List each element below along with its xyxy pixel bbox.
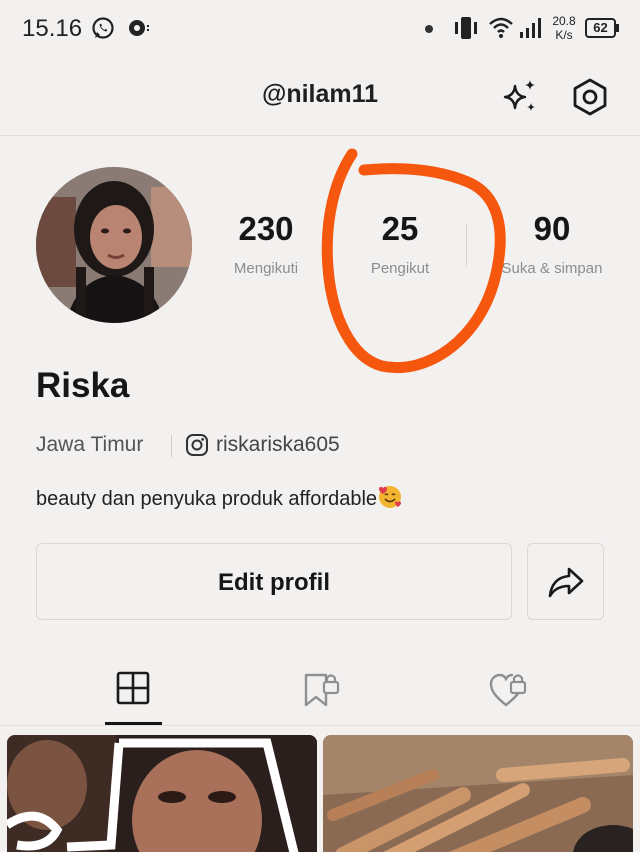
smiling-face-with-hearts-icon — [379, 486, 402, 508]
grid-icon — [116, 671, 150, 705]
sparkle-icon[interactable] — [499, 76, 541, 118]
wifi-icon — [489, 17, 513, 38]
stat-likes-saves[interactable]: 90 Suka & simpan — [493, 210, 611, 277]
status-time: 15.16 — [22, 15, 83, 42]
content-tabs — [0, 650, 640, 726]
active-tab-indicator — [105, 722, 162, 725]
stat-followers[interactable]: 25 Pengikut — [350, 210, 450, 277]
profile-header: @nilam11 — [0, 58, 640, 136]
likes-saves-label: Suka & simpan — [501, 260, 603, 277]
tab-saved[interactable] — [284, 650, 354, 726]
stat-following[interactable]: 230 Mengikuti — [216, 210, 316, 277]
username-title: @nilam11 — [261, 80, 379, 108]
display-name: Riska — [36, 366, 130, 405]
edit-profile-button[interactable]: Edit profil — [36, 543, 512, 620]
avatar-photo — [36, 167, 192, 323]
meta-divider — [171, 435, 172, 457]
vibrate-icon — [455, 17, 477, 39]
instagram-handle-link[interactable]: riskariska605 — [216, 433, 340, 457]
saved-locked-icon — [304, 673, 340, 707]
post-image — [7, 735, 317, 852]
avatar[interactable] — [36, 167, 192, 323]
dot-icon — [425, 25, 433, 33]
tab-liked[interactable] — [471, 650, 541, 726]
signal-icon — [520, 18, 541, 38]
following-count: 230 — [238, 210, 294, 247]
tab-notes[interactable] — [98, 650, 168, 726]
followers-count: 25 — [381, 210, 419, 247]
location-text: Jawa Timur — [36, 433, 144, 456]
following-label: Mengikuti — [233, 260, 299, 277]
battery-level: 62 — [593, 20, 608, 35]
liked-locked-icon — [489, 673, 527, 707]
stat-divider — [466, 224, 467, 266]
share-button[interactable] — [527, 543, 604, 620]
post-image — [323, 735, 633, 852]
whatsapp-icon — [92, 17, 114, 39]
followers-label: Pengikut — [370, 260, 430, 277]
post-thumbnail[interactable] — [7, 735, 317, 852]
status-bar: 15.16 20.8 K/s 62 — [0, 0, 640, 58]
app-notification-icon — [129, 20, 149, 36]
settings-icon[interactable] — [569, 76, 611, 118]
post-thumbnail[interactable] — [323, 735, 633, 852]
share-icon — [548, 567, 584, 598]
instagram-icon — [186, 434, 208, 456]
likes-saves-count: 90 — [533, 210, 571, 247]
network-speed: 20.8 K/s — [552, 14, 576, 42]
bio-text: beauty dan penyuka produk affordable — [36, 485, 403, 511]
